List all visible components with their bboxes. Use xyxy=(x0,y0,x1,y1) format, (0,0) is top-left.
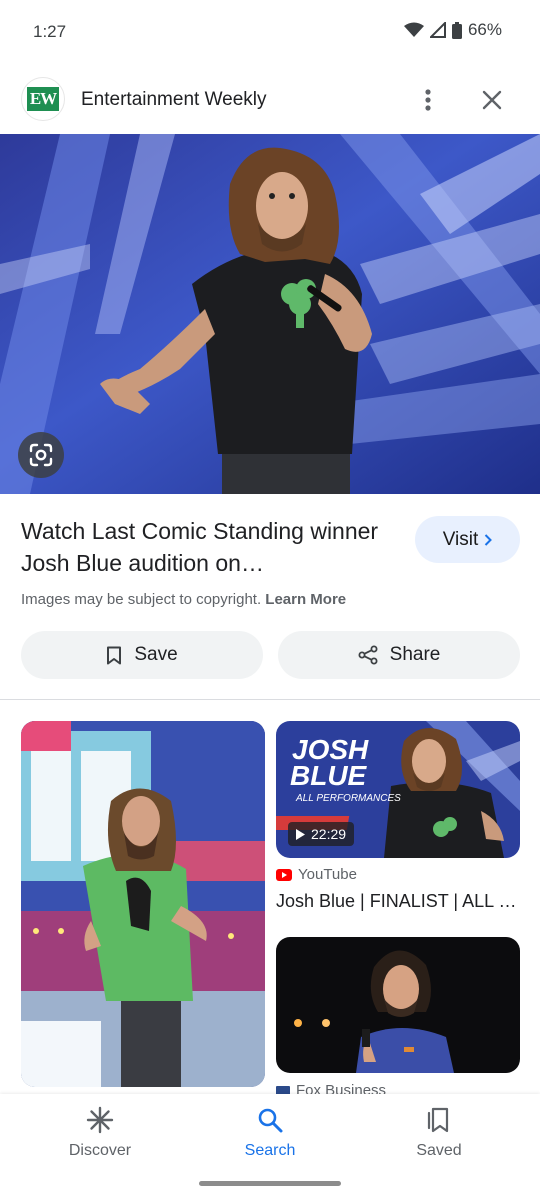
close-button[interactable] xyxy=(476,84,508,116)
related-title[interactable]: Josh Blue | FINALIST | ALL … xyxy=(276,891,520,912)
status-icons: 66% xyxy=(403,20,502,40)
learn-more-link[interactable]: Learn More xyxy=(265,591,346,608)
share-icon xyxy=(358,645,378,665)
card-overlay-line3: ALL PERFORMANCES xyxy=(295,793,401,804)
lens-button[interactable] xyxy=(18,432,64,478)
nav-saved-label: Saved xyxy=(416,1142,462,1159)
related-image-3[interactable] xyxy=(276,937,520,1073)
chevron-right-icon xyxy=(485,533,493,546)
status-time: 1:27 xyxy=(33,22,67,41)
divider xyxy=(0,699,540,700)
share-label: Share xyxy=(389,644,441,665)
share-button[interactable]: Share xyxy=(278,631,520,679)
nav-saved[interactable]: Saved xyxy=(379,1106,499,1160)
search-icon xyxy=(258,1108,283,1133)
related-source-name: YouTube xyxy=(298,866,357,883)
saved-collections-icon xyxy=(427,1107,449,1133)
related-photo-1 xyxy=(21,721,265,1087)
battery-icon xyxy=(451,21,462,39)
nav-discover-label: Discover xyxy=(68,1142,132,1159)
bookmark-icon xyxy=(107,646,122,664)
video-duration-badge: 22:29 xyxy=(288,822,355,846)
related-image-1[interactable] xyxy=(21,721,265,1087)
copyright-notice: Images may be subject to copyright. Lear… xyxy=(21,591,346,608)
source-header: EW Entertainment Weekly xyxy=(0,66,540,134)
discover-icon xyxy=(86,1106,114,1134)
youtube-icon xyxy=(276,868,292,881)
visit-label: Visit xyxy=(442,528,479,550)
battery-percent: 66% xyxy=(467,20,502,39)
save-label: Save xyxy=(134,644,178,665)
video-duration: 22:29 xyxy=(311,826,347,842)
nav-search-label: Search xyxy=(244,1142,296,1159)
signal-icon xyxy=(429,22,446,38)
nav-search[interactable]: Search xyxy=(210,1106,330,1160)
play-icon xyxy=(296,828,305,840)
copyright-text: Images may be subject to copyright. xyxy=(21,591,262,608)
status-bar: 1:27 66% xyxy=(0,0,540,66)
close-icon xyxy=(482,90,502,110)
more-vert-icon xyxy=(425,89,431,111)
more-options-button[interactable] xyxy=(414,84,442,116)
nav-discover[interactable]: Discover xyxy=(40,1106,160,1160)
source-logo-text: EW xyxy=(26,87,60,111)
card-overlay-line2: BLUE xyxy=(290,760,368,791)
related-photo-3 xyxy=(276,937,520,1073)
source-name[interactable]: Entertainment Weekly xyxy=(81,89,267,111)
google-lens-icon xyxy=(29,443,53,467)
wifi-icon xyxy=(403,22,424,37)
source-logo[interactable]: EW xyxy=(21,77,65,121)
hero-image[interactable] xyxy=(0,134,540,494)
visit-button[interactable]: Visit xyxy=(415,516,520,563)
save-button[interactable]: Save xyxy=(21,631,263,679)
related-source-youtube: YouTube xyxy=(276,866,357,883)
result-title[interactable]: Watch Last Comic Standing winner Josh Bl… xyxy=(21,515,391,579)
home-indicator[interactable] xyxy=(199,1181,341,1186)
hero-photo xyxy=(0,134,540,494)
